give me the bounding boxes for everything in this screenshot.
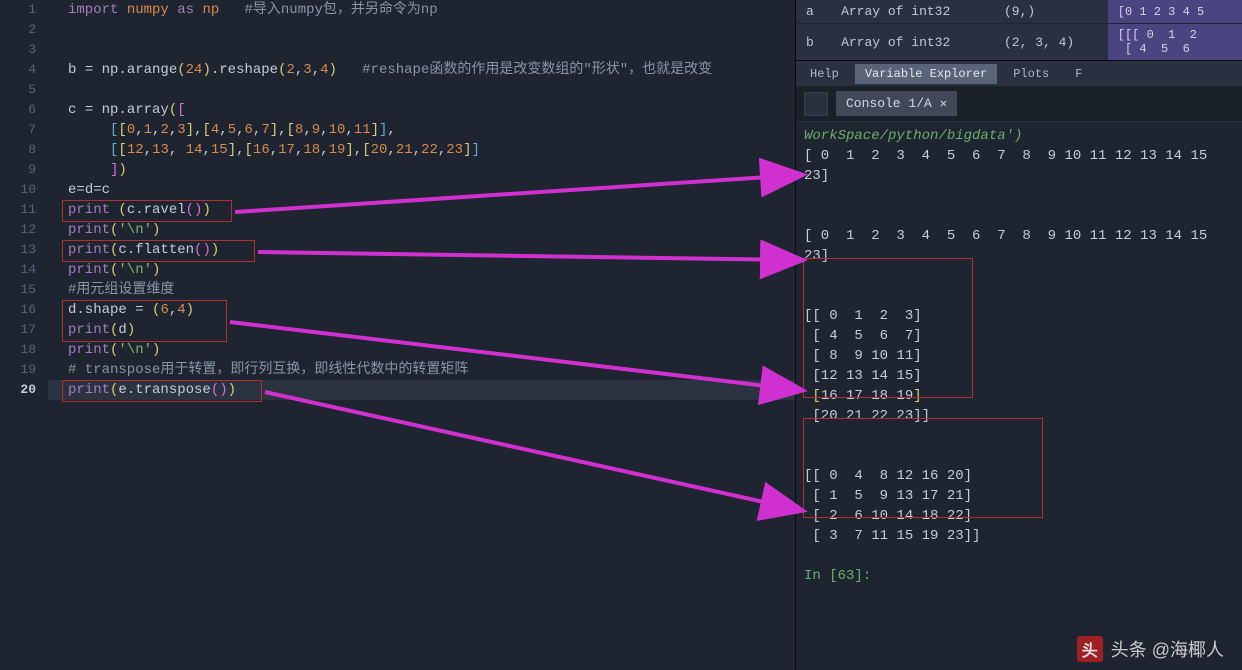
variable-explorer[interactable]: aArray of int32(9,)[0 1 2 3 4 5bArray of… — [796, 0, 1242, 60]
console-line: [12 13 14 15] — [804, 366, 1234, 386]
panel-tab[interactable]: F — [1065, 64, 1092, 84]
panel-tab[interactable]: Help — [800, 64, 849, 84]
console-line — [804, 426, 1234, 446]
code-line[interactable]: print('\n') — [48, 260, 795, 280]
console-line: [ 0 1 2 3 4 5 6 7 8 9 10 11 12 13 14 15 — [804, 146, 1234, 166]
panel-tabs[interactable]: Help Variable Explorer Plots F — [796, 60, 1242, 86]
panel-tab[interactable]: Plots — [1003, 64, 1059, 84]
code-line[interactable] — [48, 40, 795, 60]
code-line[interactable]: c = np.array([ — [48, 100, 795, 120]
code-line[interactable]: print('\n') — [48, 220, 795, 240]
code-line[interactable] — [48, 80, 795, 100]
panel-tab[interactable]: Variable Explorer — [855, 64, 997, 84]
code-line[interactable]: print('\n') — [48, 340, 795, 360]
console-line — [804, 186, 1234, 206]
code-area[interactable]: import numpy as np #导入numpy包，并另命令为np b = … — [48, 0, 795, 400]
console-icon — [804, 92, 828, 116]
console-line — [804, 266, 1234, 286]
console-output[interactable]: WorkSpace/python/bigdata')[ 0 1 2 3 4 5 … — [796, 122, 1242, 590]
console-line: [[ 0 4 8 12 16 20] — [804, 466, 1234, 486]
console-line — [804, 286, 1234, 306]
code-line[interactable]: [[0,1,2,3],[4,5,6,7],[8,9,10,11]], — [48, 120, 795, 140]
code-line[interactable]: b = np.arange(24).reshape(2,3,4) #reshap… — [48, 60, 795, 80]
console-line: 23] — [804, 166, 1234, 186]
line-gutter: 1234567891011121314151617181920 — [0, 0, 48, 670]
console-line — [804, 446, 1234, 466]
console-line: [ 1 5 9 13 17 21] — [804, 486, 1234, 506]
code-line[interactable]: ]) — [48, 160, 795, 180]
code-line[interactable]: #用元组设置维度 — [48, 280, 795, 300]
console-line: [ 3 7 11 15 19 23]] — [804, 526, 1234, 546]
variable-table: aArray of int32(9,)[0 1 2 3 4 5bArray of… — [796, 0, 1242, 61]
console-tab[interactable]: Console 1/A ✕ — [836, 91, 957, 116]
code-line[interactable]: e=d=c — [48, 180, 795, 200]
watermark: 头 头条 @海椰人 — [1077, 636, 1224, 662]
code-line[interactable]: print(e.transpose()) — [48, 380, 795, 400]
code-line[interactable]: d.shape = (6,4) — [48, 300, 795, 320]
code-line[interactable]: print (c.ravel()) — [48, 200, 795, 220]
ipython-console[interactable]: Console 1/A ✕ WorkSpace/python/bigdata')… — [796, 86, 1242, 670]
watermark-icon: 头 — [1077, 636, 1103, 662]
console-line: [ 2 6 10 14 18 22] — [804, 506, 1234, 526]
code-line[interactable]: print(d) — [48, 320, 795, 340]
console-line — [804, 546, 1234, 566]
console-line: [ 4 5 6 7] — [804, 326, 1234, 346]
console-line: WorkSpace/python/bigdata') — [804, 126, 1234, 146]
variable-row[interactable]: aArray of int32(9,)[0 1 2 3 4 5 — [796, 0, 1242, 24]
console-line: 23] — [804, 246, 1234, 266]
code-line[interactable]: import numpy as np #导入numpy包，并另命令为np — [48, 0, 795, 20]
code-line[interactable]: [[12,13, 14,15],[16,17,18,19],[20,21,22,… — [48, 140, 795, 160]
variable-row[interactable]: bArray of int32(2, 3, 4)[[[ 0 1 2 [ 4 5 … — [796, 24, 1242, 61]
code-line[interactable]: # transpose用于转置，即行列互换，即线性代数中的转置矩阵 — [48, 360, 795, 380]
console-line: [16 17 18 19] — [804, 386, 1234, 406]
code-line[interactable] — [48, 20, 795, 40]
close-icon[interactable]: ✕ — [940, 96, 947, 111]
console-line — [804, 206, 1234, 226]
code-editor[interactable]: 1234567891011121314151617181920 import n… — [0, 0, 795, 670]
code-line[interactable]: print(c.flatten()) — [48, 240, 795, 260]
console-line: [20 21 22 23]] — [804, 406, 1234, 426]
console-line: [[ 0 1 2 3] — [804, 306, 1234, 326]
console-line: In [63]: — [804, 566, 1234, 586]
console-tab-label: Console 1/A — [846, 96, 932, 111]
console-line: [ 0 1 2 3 4 5 6 7 8 9 10 11 12 13 14 15 — [804, 226, 1234, 246]
console-line: [ 8 9 10 11] — [804, 346, 1234, 366]
